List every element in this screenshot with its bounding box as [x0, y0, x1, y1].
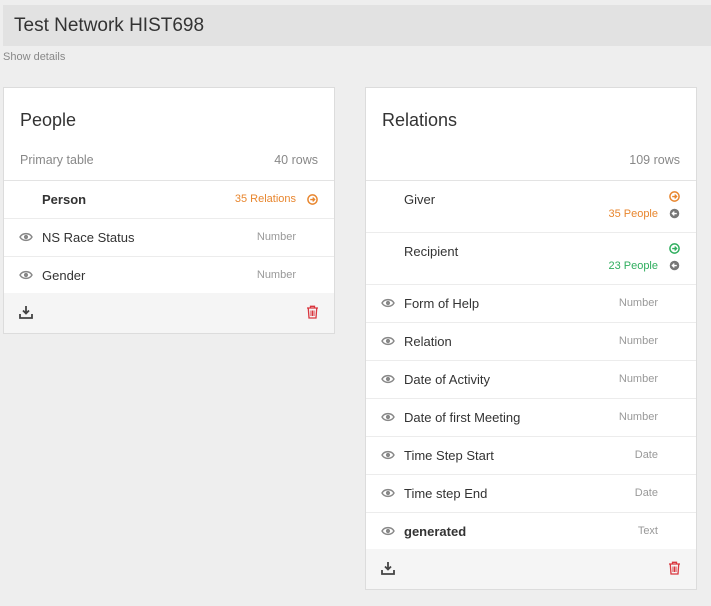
column-type: Date: [634, 449, 658, 461]
people-card-header: People Primary table 40 rows: [4, 88, 334, 181]
relations-row-date-of-first-meeting: Date of first Meeting Number: [366, 399, 696, 437]
column-label: Giver: [404, 192, 436, 207]
column-type: Number: [618, 373, 658, 385]
relations-row-generated: generated Text: [366, 513, 696, 551]
people-row-ns-race-status: NS Race Status Number: [4, 219, 334, 257]
trash-icon[interactable]: [668, 561, 681, 575]
column-type: Date: [634, 487, 658, 499]
column-label: Person: [42, 192, 87, 207]
eye-icon[interactable]: [381, 525, 395, 537]
eye-icon[interactable]: [19, 269, 33, 281]
people-card-footer: [4, 293, 334, 333]
trash-icon[interactable]: [306, 305, 319, 319]
page-header: Test Network HIST698: [3, 5, 711, 46]
column-type: Number: [618, 297, 658, 309]
relations-rows-count: 109 rows: [629, 153, 680, 167]
relations-card-footer: [366, 549, 696, 589]
relations-card-header: Relations 109 rows: [366, 88, 696, 181]
arrow-right-circle-icon[interactable]: [669, 191, 680, 202]
people-count-link[interactable]: 23 People: [608, 260, 658, 272]
download-icon[interactable]: [381, 561, 395, 575]
column-type: Number: [618, 335, 658, 347]
download-icon[interactable]: [19, 305, 33, 319]
relations-row-time-step-end: Time step End Date: [366, 475, 696, 513]
people-rows-count: 40 rows: [274, 153, 318, 167]
eye-icon[interactable]: [19, 231, 33, 243]
arrow-right-circle-icon[interactable]: [307, 194, 318, 205]
column-label: Gender: [42, 268, 86, 283]
relations-row-date-of-activity: Date of Activity Number: [366, 361, 696, 399]
primary-table-label: Primary table: [20, 153, 94, 167]
column-type: Number: [618, 411, 658, 423]
relations-row-time-step-start: Time Step Start Date: [366, 437, 696, 475]
column-label: Date of Activity: [404, 372, 490, 387]
relations-row-form-of-help: Form of Help Number: [366, 285, 696, 323]
eye-icon[interactable]: [381, 297, 395, 309]
people-count-link[interactable]: 35 People: [608, 208, 658, 220]
column-type: Number: [256, 231, 296, 243]
relations-link[interactable]: 35 Relations: [235, 193, 296, 205]
page-title: Test Network HIST698: [14, 15, 205, 36]
eye-icon[interactable]: [381, 449, 395, 461]
show-details-link[interactable]: Show details: [3, 51, 65, 63]
people-card-title: People: [20, 110, 77, 130]
column-type: Text: [637, 525, 658, 537]
column-label: Time Step Start: [404, 448, 494, 463]
eye-icon[interactable]: [381, 335, 395, 347]
people-row-gender: Gender Number: [4, 257, 334, 295]
column-label: Relation: [404, 334, 452, 349]
arrow-left-circle-icon[interactable]: [669, 208, 680, 219]
eye-icon[interactable]: [381, 373, 395, 385]
column-label: NS Race Status: [42, 230, 135, 245]
column-type: Number: [256, 269, 296, 281]
arrow-left-circle-icon[interactable]: [669, 260, 680, 271]
arrow-right-circle-icon[interactable]: [669, 243, 680, 254]
column-label: Form of Help: [404, 296, 480, 311]
relations-row-relation: Relation Number: [366, 323, 696, 361]
column-label: Recipient: [404, 244, 459, 259]
relations-table-card: Relations 109 rows Giver 35 People Recip…: [365, 87, 697, 590]
eye-icon[interactable]: [381, 487, 395, 499]
people-row-person[interactable]: Person 35 Relations: [4, 181, 334, 219]
relations-card-title: Relations: [382, 110, 458, 130]
column-label: generated: [404, 524, 467, 539]
column-label: Time step End: [404, 486, 488, 501]
eye-icon[interactable]: [381, 411, 395, 423]
relations-row-giver[interactable]: Giver 35 People: [366, 181, 696, 233]
relations-row-recipient[interactable]: Recipient 23 People: [366, 233, 696, 285]
column-label: Date of first Meeting: [404, 410, 521, 425]
people-table-card: People Primary table 40 rows Person 35 R…: [3, 87, 335, 334]
